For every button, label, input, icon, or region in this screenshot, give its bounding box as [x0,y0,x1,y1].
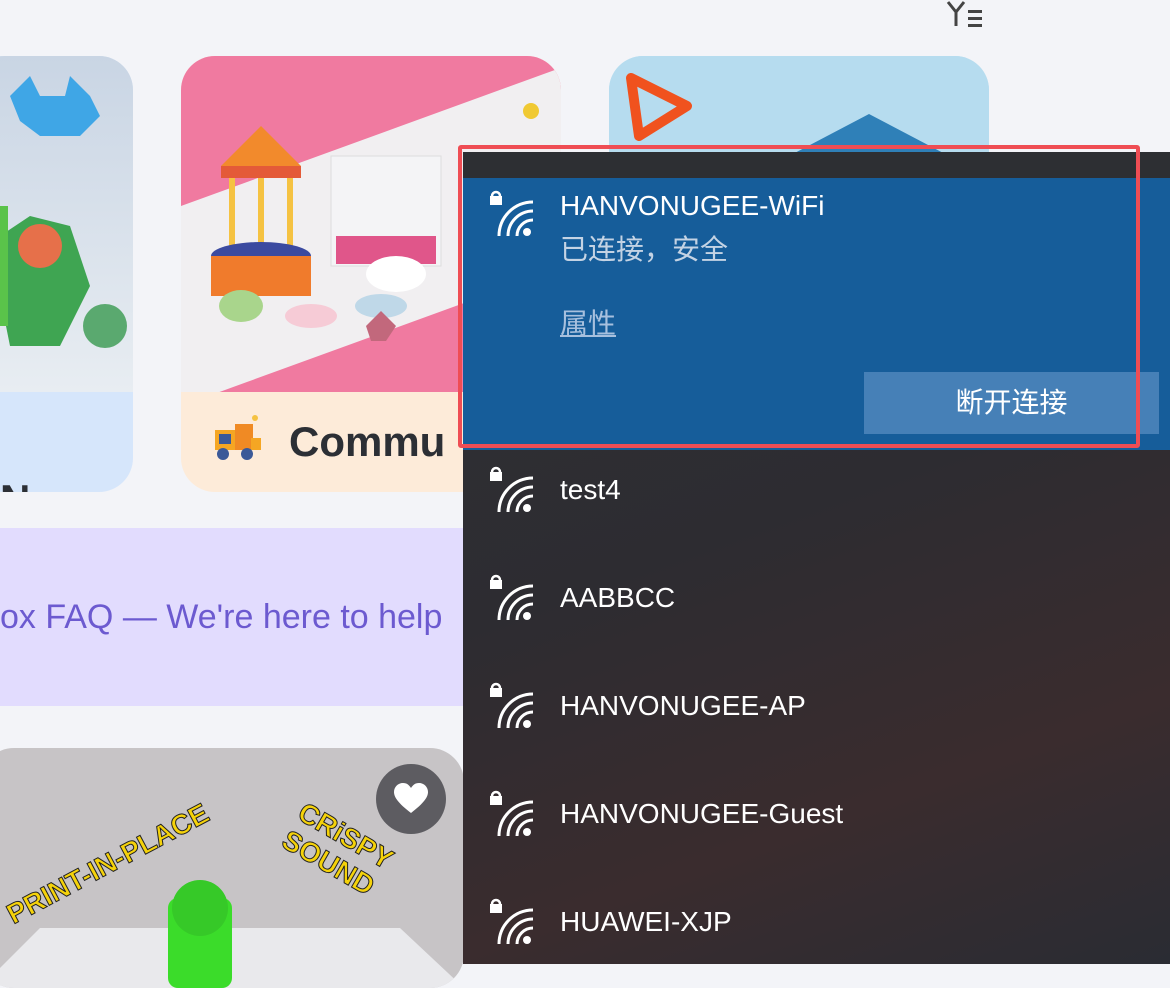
wifi-secured-icon [490,898,534,945]
faq-banner-text: ox FAQ — We're here to help [0,598,443,636]
network-name: AABBCC [560,582,676,613]
network-name: test4 [560,474,621,505]
play-logo-icon [626,73,692,141]
highlight-box [458,145,1140,448]
network-list-item[interactable]: HANVONUGEE-Guest [463,768,1170,876]
wifi-secured-icon [490,466,534,513]
network-list-item[interactable]: test4 [463,444,1170,552]
card-caption: N [0,476,30,492]
network-list-item[interactable]: HUAWEI-XJP [463,876,1170,984]
network-name: HANVONUGEE-Guest [560,798,844,829]
heart-icon [394,783,428,813]
wifi-secured-icon [490,574,534,621]
card-caption: Commu [289,418,446,465]
wifi-secured-icon [490,682,534,729]
category-card-left[interactable]: N [0,56,133,492]
card-image [0,56,133,392]
like-button[interactable] [376,764,446,834]
train-icon [215,415,261,460]
network-list-item[interactable]: AABBCC [463,552,1170,660]
wifi-secured-icon [490,790,534,837]
network-list-item[interactable]: HANVONUGEE-AP [463,660,1170,768]
filter-list-icon[interactable] [944,0,988,32]
network-name: HANVONUGEE-AP [560,690,806,721]
network-name: HUAWEI-XJP [560,906,732,937]
